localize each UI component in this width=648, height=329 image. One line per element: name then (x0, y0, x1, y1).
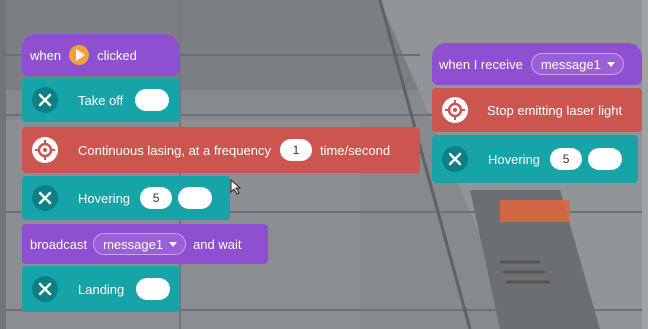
receive-message-value: message1 (540, 56, 601, 72)
drone-icon (32, 276, 58, 302)
continuous-lasing-block[interactable]: Continuous lasing, at a frequency 1 time… (22, 127, 420, 173)
take-off-input[interactable] (135, 89, 170, 111)
broadcast-block[interactable]: broadcast message1 and wait (22, 224, 268, 264)
landing-block[interactable]: Landing (22, 266, 180, 312)
broadcast-message-dropdown[interactable]: message1 (93, 233, 187, 255)
clicked-label: clicked (97, 47, 137, 63)
take-off-label: Take off (78, 92, 124, 108)
continuous-lasing-label: Continuous lasing, at a frequency (78, 142, 271, 158)
when-i-receive-label: when I receive (439, 56, 523, 72)
drone-icon (442, 146, 468, 172)
frequency-input[interactable]: 1 (279, 139, 312, 161)
cursor-icon (230, 178, 242, 195)
when-i-receive-block[interactable]: when I receive message1 (432, 43, 642, 85)
hovering-block-right[interactable]: Hovering 5 (432, 135, 638, 183)
receive-message-dropdown[interactable]: message1 (530, 53, 624, 75)
when-flag-clicked-block[interactable]: when clicked (22, 34, 179, 76)
laser-icon (32, 137, 58, 163)
hovering-seconds-input[interactable]: 5 (550, 148, 583, 170)
play-flag-icon (68, 44, 90, 66)
frequency-unit-label: time/second (319, 142, 391, 158)
landing-input[interactable] (136, 278, 171, 300)
drone-icon (32, 87, 58, 113)
broadcast-suffix-label: and wait (193, 236, 242, 252)
drone-icon (32, 185, 58, 211)
stop-laser-block[interactable]: Stop emitting laser light (432, 88, 642, 132)
hovering-block[interactable]: Hovering 5 (22, 176, 230, 220)
chevron-down-icon (606, 61, 615, 67)
take-off-block[interactable]: Take off (22, 78, 180, 122)
hovering-seconds-input[interactable]: 5 (140, 187, 173, 209)
hovering-label: Hovering (488, 151, 541, 167)
hovering-label: Hovering (78, 190, 131, 206)
hovering-value-input[interactable] (588, 148, 623, 170)
broadcast-message-value: message1 (103, 236, 164, 252)
broadcast-label: broadcast (30, 236, 88, 252)
chevron-down-icon (169, 241, 178, 247)
landing-label: Landing (78, 281, 125, 297)
laser-icon (442, 97, 468, 123)
stop-laser-label: Stop emitting laser light (487, 102, 623, 118)
hovering-value-input[interactable] (178, 187, 213, 209)
when-label: when (30, 47, 62, 63)
